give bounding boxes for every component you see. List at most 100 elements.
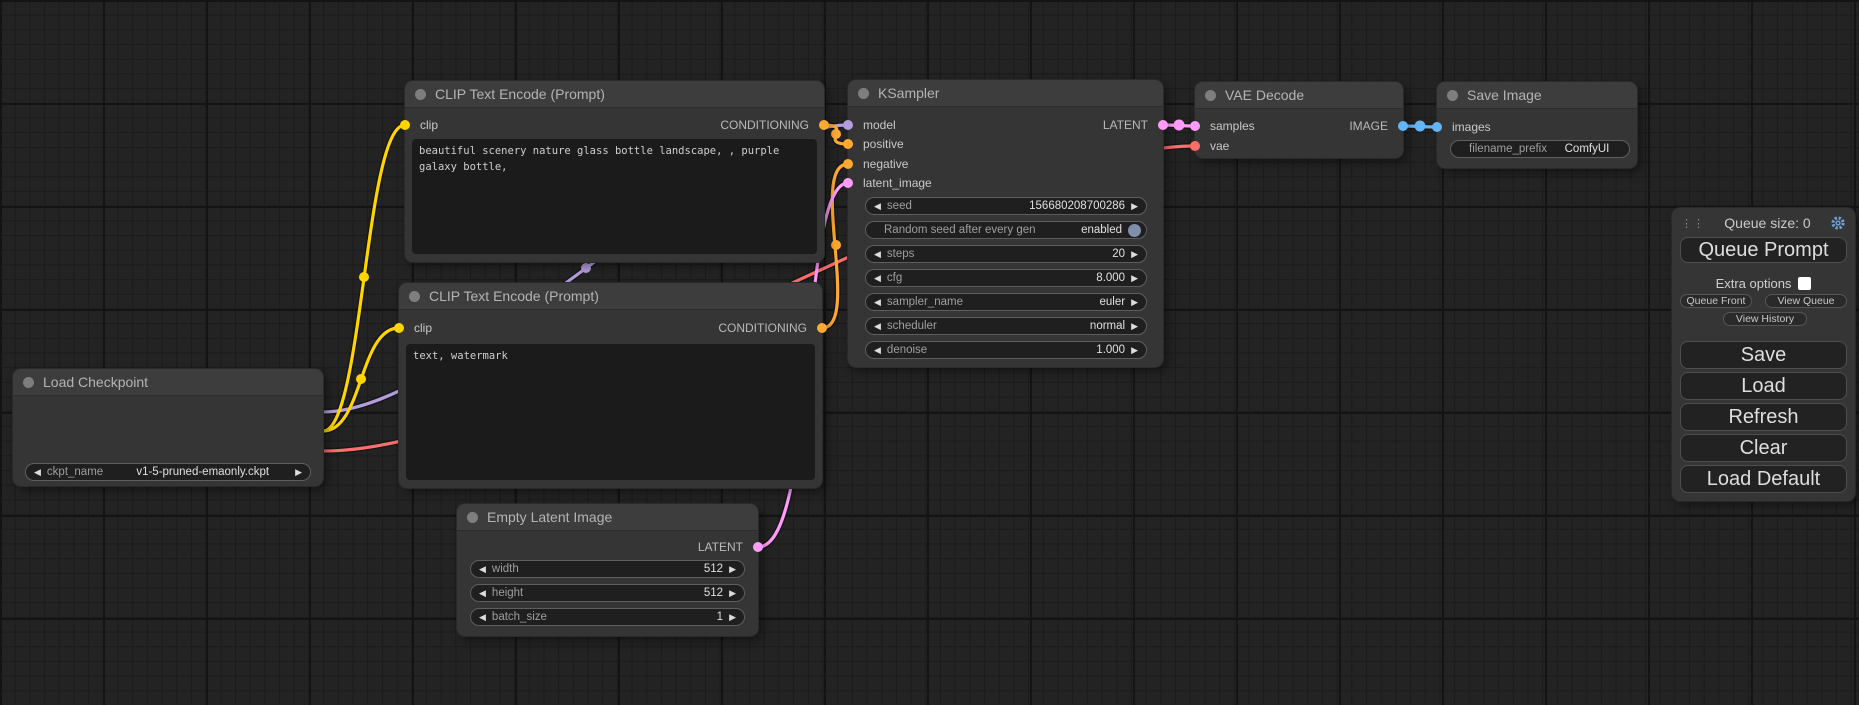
latent-image-input-dot[interactable]: [843, 178, 853, 188]
vae-input-dot[interactable]: [1190, 141, 1200, 151]
output-slot-image: IMAGE: [1195, 118, 1403, 134]
view-history-button[interactable]: View History: [1723, 312, 1807, 326]
denoise-widget[interactable]: ◀ denoise 1.000 ▶: [865, 341, 1147, 359]
save-button[interactable]: Save: [1680, 341, 1847, 369]
images-input-dot[interactable]: [1432, 122, 1442, 132]
increment-arrow-icon[interactable]: ▶: [295, 468, 302, 477]
random-seed-toggle-widget[interactable]: Random seed after every gen enabled: [865, 221, 1147, 239]
toggle-dot-icon[interactable]: [1128, 224, 1141, 237]
decrement-arrow-icon[interactable]: ◀: [479, 613, 486, 622]
seed-widget[interactable]: ◀ seed 156680208700286 ▶: [865, 197, 1147, 215]
node-header[interactable]: CLIP Text Encode (Prompt): [405, 81, 824, 108]
slot-label: LATENT: [1103, 118, 1148, 132]
conditioning-output-dot[interactable]: [817, 323, 827, 333]
view-queue-button[interactable]: View Queue: [1765, 294, 1847, 308]
node-header[interactable]: KSampler: [848, 80, 1163, 107]
increment-arrow-icon[interactable]: ▶: [1131, 250, 1138, 259]
widget-value: 512: [704, 587, 723, 599]
increment-arrow-icon[interactable]: ▶: [1131, 322, 1138, 331]
collapse-dot-icon[interactable]: [467, 512, 478, 523]
input-slot-positive: positive: [848, 136, 1163, 152]
positive-input-dot[interactable]: [843, 139, 853, 149]
extra-options-label: Extra options: [1716, 276, 1792, 291]
sampler-name-widget[interactable]: ◀ sampler_name euler ▶: [865, 293, 1147, 311]
queue-panel[interactable]: ⋮⋮ Queue size: 0 Queue Prompt Extra opti…: [1672, 208, 1855, 501]
decrement-arrow-icon[interactable]: ◀: [479, 565, 486, 574]
collapse-dot-icon[interactable]: [409, 291, 420, 302]
decrement-arrow-icon[interactable]: ◀: [874, 274, 881, 283]
slot-label: LATENT: [698, 540, 743, 554]
node-save-image[interactable]: Save Image images filename_prefix ComfyU…: [1437, 82, 1637, 168]
decrement-arrow-icon[interactable]: ◀: [874, 202, 881, 211]
steps-widget[interactable]: ◀ steps 20 ▶: [865, 245, 1147, 263]
collapse-dot-icon[interactable]: [1205, 90, 1216, 101]
conditioning-output-dot[interactable]: [819, 120, 829, 130]
decrement-arrow-icon[interactable]: ◀: [874, 346, 881, 355]
settings-gear-icon[interactable]: [1830, 215, 1846, 231]
view-queue-label: View Queue: [1777, 295, 1834, 307]
output-slot-latent: LATENT: [457, 539, 758, 555]
node-ksampler[interactable]: KSampler model LATENT positive negative …: [848, 80, 1163, 367]
scheduler-widget[interactable]: ◀ scheduler normal ▶: [865, 317, 1147, 335]
widget-label: width: [492, 563, 519, 575]
node-header[interactable]: CLIP Text Encode (Prompt): [399, 283, 822, 310]
widget-value: euler: [1100, 296, 1126, 308]
prompt-textarea[interactable]: beautiful scenery nature glass bottle la…: [412, 139, 817, 254]
node-header[interactable]: Load Checkpoint: [13, 369, 323, 396]
refresh-button[interactable]: Refresh: [1680, 403, 1847, 431]
extra-options-checkbox[interactable]: [1798, 277, 1811, 290]
widget-label: seed: [887, 200, 912, 212]
load-button[interactable]: Load: [1680, 372, 1847, 400]
decrement-arrow-icon[interactable]: ◀: [479, 589, 486, 598]
load-default-button[interactable]: Load Default: [1680, 465, 1847, 493]
latent-output-dot[interactable]: [753, 542, 763, 552]
increment-arrow-icon[interactable]: ▶: [1131, 298, 1138, 307]
increment-arrow-icon[interactable]: ▶: [729, 565, 736, 574]
drag-handle-icon[interactable]: ⋮⋮: [1681, 217, 1705, 230]
collapse-dot-icon[interactable]: [23, 377, 34, 388]
node-empty-latent-image[interactable]: Empty Latent Image LATENT ◀ width 512 ▶ …: [457, 504, 758, 636]
negative-input-dot[interactable]: [843, 159, 853, 169]
node-vae-decode[interactable]: VAE Decode samples IMAGE vae: [1195, 82, 1403, 158]
width-widget[interactable]: ◀ width 512 ▶: [470, 560, 745, 578]
node-header[interactable]: VAE Decode: [1195, 82, 1403, 109]
increment-arrow-icon[interactable]: ▶: [729, 613, 736, 622]
queue-prompt-button[interactable]: Queue Prompt: [1680, 237, 1847, 263]
widget-value: 20: [1112, 248, 1125, 260]
node-clip-text-encode-negative[interactable]: CLIP Text Encode (Prompt) clip CONDITION…: [399, 283, 822, 488]
increment-arrow-icon[interactable]: ▶: [729, 589, 736, 598]
increment-arrow-icon[interactable]: ▶: [1131, 346, 1138, 355]
ckpt-name-widget[interactable]: ◀ ckpt_name v1-5-pruned-emaonly.ckpt ▶: [25, 463, 311, 481]
slot-label: positive: [863, 137, 904, 151]
increment-arrow-icon[interactable]: ▶: [1131, 202, 1138, 211]
node-title: Save Image: [1467, 87, 1542, 103]
decrement-arrow-icon[interactable]: ◀: [34, 468, 41, 477]
collapse-dot-icon[interactable]: [1447, 90, 1458, 101]
slot-label: images: [1452, 120, 1491, 134]
image-output-dot[interactable]: [1398, 121, 1408, 131]
decrement-arrow-icon[interactable]: ◀: [874, 322, 881, 331]
decrement-arrow-icon[interactable]: ◀: [874, 298, 881, 307]
height-widget[interactable]: ◀ height 512 ▶: [470, 584, 745, 602]
slot-label: CONDITIONING: [718, 321, 807, 335]
batch-size-widget[interactable]: ◀ batch_size 1 ▶: [470, 608, 745, 626]
prompt-textarea[interactable]: text, watermark: [406, 344, 815, 480]
node-header[interactable]: Save Image: [1437, 82, 1637, 109]
node-header[interactable]: Empty Latent Image: [457, 504, 758, 531]
view-history-label: View History: [1736, 313, 1794, 325]
node-clip-text-encode-positive[interactable]: CLIP Text Encode (Prompt) clip CONDITION…: [405, 81, 824, 262]
node-load-checkpoint[interactable]: Load Checkpoint MODEL CLIP VAE ◀ ckpt_na…: [13, 369, 323, 486]
clear-button[interactable]: Clear: [1680, 434, 1847, 462]
increment-arrow-icon[interactable]: ▶: [1131, 274, 1138, 283]
collapse-dot-icon[interactable]: [858, 88, 869, 99]
filename-prefix-widget[interactable]: filename_prefix ComfyUI: [1450, 140, 1630, 158]
node-title: Empty Latent Image: [487, 509, 612, 525]
node-title: Load Checkpoint: [43, 374, 148, 390]
decrement-arrow-icon[interactable]: ◀: [874, 250, 881, 259]
cfg-widget[interactable]: ◀ cfg 8.000 ▶: [865, 269, 1147, 287]
collapse-dot-icon[interactable]: [415, 89, 426, 100]
latent-output-dot[interactable]: [1158, 120, 1168, 130]
input-slot-latent-image: latent_image: [848, 175, 1163, 191]
queue-front-button[interactable]: Queue Front: [1680, 294, 1752, 308]
comfyui-canvas[interactable]: { "nodes": { "load_checkpoint": { "title…: [0, 0, 1859, 705]
